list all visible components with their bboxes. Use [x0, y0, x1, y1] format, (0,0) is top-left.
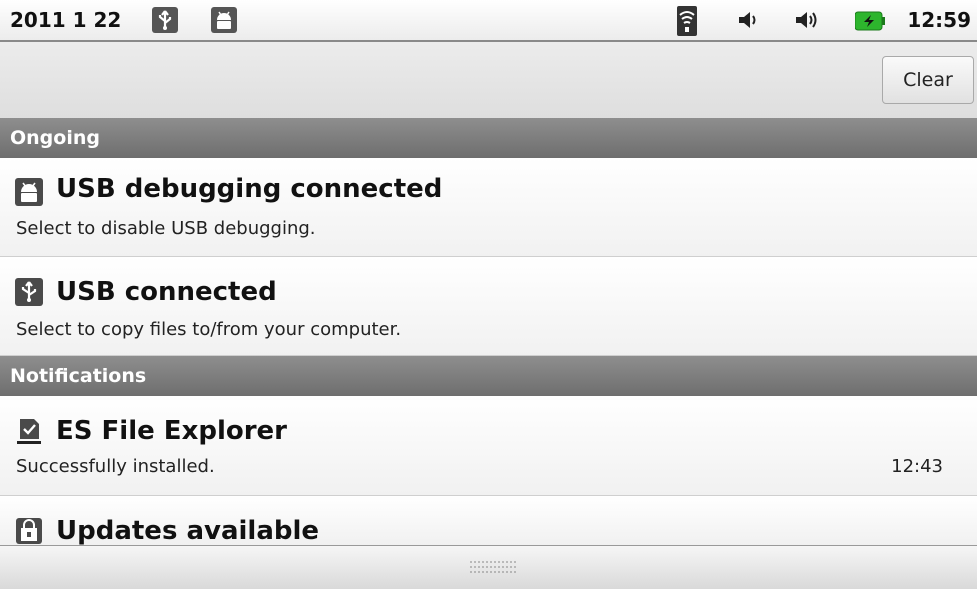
status-bar[interactable]: 2011 1 22 12:59: [0, 0, 977, 42]
section-ongoing: Ongoing: [0, 118, 977, 158]
android-debug-icon: [15, 178, 43, 206]
notification-es-file-explorer[interactable]: ES File Explorer Successfully installed.…: [0, 396, 977, 496]
notification-header: Clear: [0, 42, 977, 118]
notification-subtitle: Successfully installed.: [16, 456, 215, 477]
usb-icon: [15, 278, 43, 306]
install-complete-icon: [17, 419, 41, 444]
section-notifications: Notifications: [0, 356, 977, 396]
wifi-icon: [677, 6, 697, 36]
volume-icon: [796, 12, 817, 28]
notification-usb-connected[interactable]: USB connected Select to copy files to/fr…: [0, 257, 977, 356]
notification-subtitle: Select to disable USB debugging.: [16, 218, 316, 239]
clear-button[interactable]: Clear: [882, 56, 974, 104]
usb-icon: [152, 7, 178, 33]
grip-icon: [470, 561, 518, 573]
notification-title: ES File Explorer: [56, 416, 288, 446]
notification-title: USB connected: [56, 277, 277, 307]
battery-charging-icon: [855, 11, 885, 31]
notification-subtitle: Select to copy files to/from your comput…: [16, 319, 402, 340]
android-debug-icon: [211, 7, 237, 33]
status-time: 12:59: [907, 8, 971, 32]
notification-usb-debugging[interactable]: USB debugging connected Select to disabl…: [0, 158, 977, 257]
volume-icon: [739, 12, 756, 28]
notification-title: USB debugging connected: [56, 174, 443, 204]
notification-time: 12:43: [891, 456, 943, 477]
market-bag-icon: [16, 518, 42, 544]
notification-title: Updates available: [56, 516, 320, 546]
drag-handle[interactable]: [0, 545, 977, 589]
status-date: 2011 1 22: [10, 8, 122, 32]
notification-updates-available[interactable]: Updates available: [0, 496, 977, 546]
